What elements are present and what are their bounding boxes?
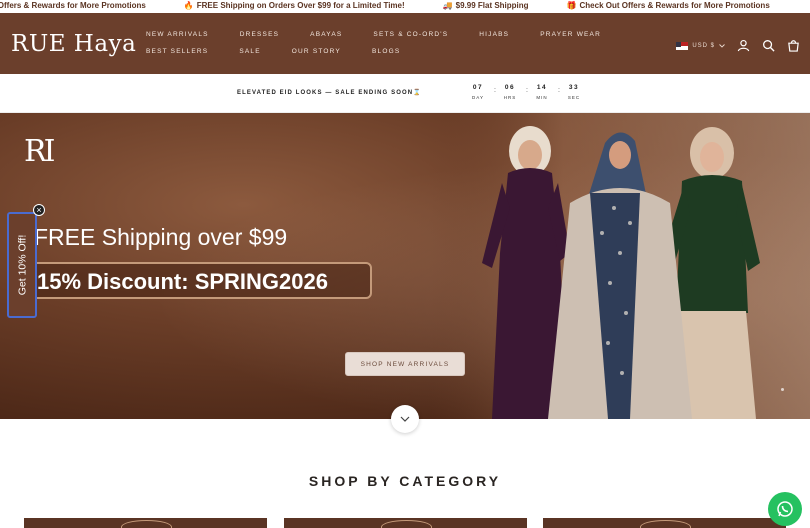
main-nav: NEW ARRIVALS DRESSES ABAYAS SETS & CO-ORD'S… [146,31,666,56]
category-card[interactable] [24,518,267,528]
hero-banner[interactable]: RI FREE Shipping over $99 15% Discount: … [0,113,810,419]
slide-indicator[interactable] [781,388,784,391]
announcement-emoji: 🚚 [442,1,453,10]
nav-link-dresses[interactable]: DRESSES [240,31,279,39]
announcement-emoji: 🔥 [183,1,194,10]
scroll-down-button[interactable] [391,405,419,433]
nav-link-hijabs[interactable]: HIJABS [479,31,509,39]
announcement-bar: ut Offers & Rewards for More Promotions 🔥… [0,0,810,13]
shop-new-arrivals-button[interactable]: SHOP NEW ARRIVALS [345,352,465,376]
countdown-value: 06 [504,84,516,91]
countdown-value: 07 [472,84,484,91]
countdown-message: ELEVATED EID LOOKS — SALE ENDING SOON⌛ [237,90,422,96]
user-icon[interactable] [737,39,750,52]
discount-side-tab-label: Get 10% Off! [16,234,29,296]
nav-link-best-sellers[interactable]: BEST SELLERS [146,48,208,56]
nav-link-prayer-wear[interactable]: PRAYER WEAR [540,31,601,39]
announcement-item: 🎁 Check Out Offers & Rewards for More Pro… [567,0,770,11]
announcement-text: $9.99 Flat Shipping [455,1,529,10]
nav-link-blogs[interactable]: BLOGS [372,48,400,56]
announcement-track: ut Offers & Rewards for More Promotions 🔥… [0,0,770,11]
nav-link-new-arrivals[interactable]: NEW ARRIVALS [146,31,209,39]
hero-logo: RI [24,134,56,169]
announcement-text: Check Out Offers & Rewards for More Prom… [579,1,770,10]
countdown-unit-day: 07 DAY: [462,84,496,100]
nav-link-our-story[interactable]: OUR STORY [292,48,341,56]
section-title: SHOP BY CATEGORY [308,473,502,489]
countdown-timer: 07 DAY:06 HRS:14 MIN:33 SEC [462,84,590,100]
countdown-bar: ELEVATED EID LOOKS — SALE ENDING SOON⌛ 0… [0,74,810,113]
countdown-label: SEC [567,95,581,100]
countdown-unit-min: 14 MIN: [526,84,560,100]
search-icon[interactable] [762,39,775,52]
hero-models-image [430,113,810,419]
countdown-value: 33 [568,84,580,91]
announcement-item: ut Offers & Rewards for More Promotions [0,0,146,11]
countdown-value: 14 [536,84,548,91]
bag-icon[interactable] [787,39,800,52]
nav-link-abayas[interactable]: ABAYAS [310,31,342,39]
category-card[interactable] [284,518,527,528]
site-header: RUE Haya NEW ARRIVALS DRESSES ABAYAS SETS &… [0,13,810,74]
countdown-unit-hrs: 06 HRS: [494,84,528,100]
promo-code-box: 15% Discount: SPRING2026 [26,262,372,299]
countdown-label: MIN [536,95,548,100]
hero-headline: FREE Shipping over $99 [34,224,288,250]
whatsapp-chat-button[interactable] [768,492,802,526]
chevron-down-icon [719,43,725,48]
close-icon[interactable]: × [33,204,45,216]
countdown-unit-sec: 33 SEC [558,84,590,100]
discount-side-tab[interactable]: Get 10% Off! [7,212,37,318]
announcement-item: 🚚 $9.99 Flat Shipping [443,0,529,11]
header-actions: USD $ [676,39,800,52]
currency-selector[interactable]: USD $ [676,41,725,50]
category-card[interactable] [543,518,786,528]
currency-label: USD $ [692,42,715,49]
site-logo[interactable]: RUE Haya [11,31,136,57]
announcement-text: ut Offers & Rewards for More Promotions [0,1,146,10]
countdown-label: HRS [503,95,517,100]
announcement-item: 🔥 FREE Shipping on Orders Over $99 for a … [184,0,405,11]
nav-link-sets-co-ord-s[interactable]: SETS & CO-ORD'S [373,31,448,39]
announcement-emoji: 🎁 [566,1,577,10]
promo-code-text: 15% Discount: SPRING2026 [37,269,328,294]
announcement-text: FREE Shipping on Orders Over $99 for a L… [196,1,405,10]
nav-link-sale[interactable]: SALE [239,48,260,56]
whatsapp-icon [777,501,793,517]
countdown-label: DAY [472,95,484,100]
us-flag-icon [676,41,689,50]
chevron-down-icon [400,416,410,422]
